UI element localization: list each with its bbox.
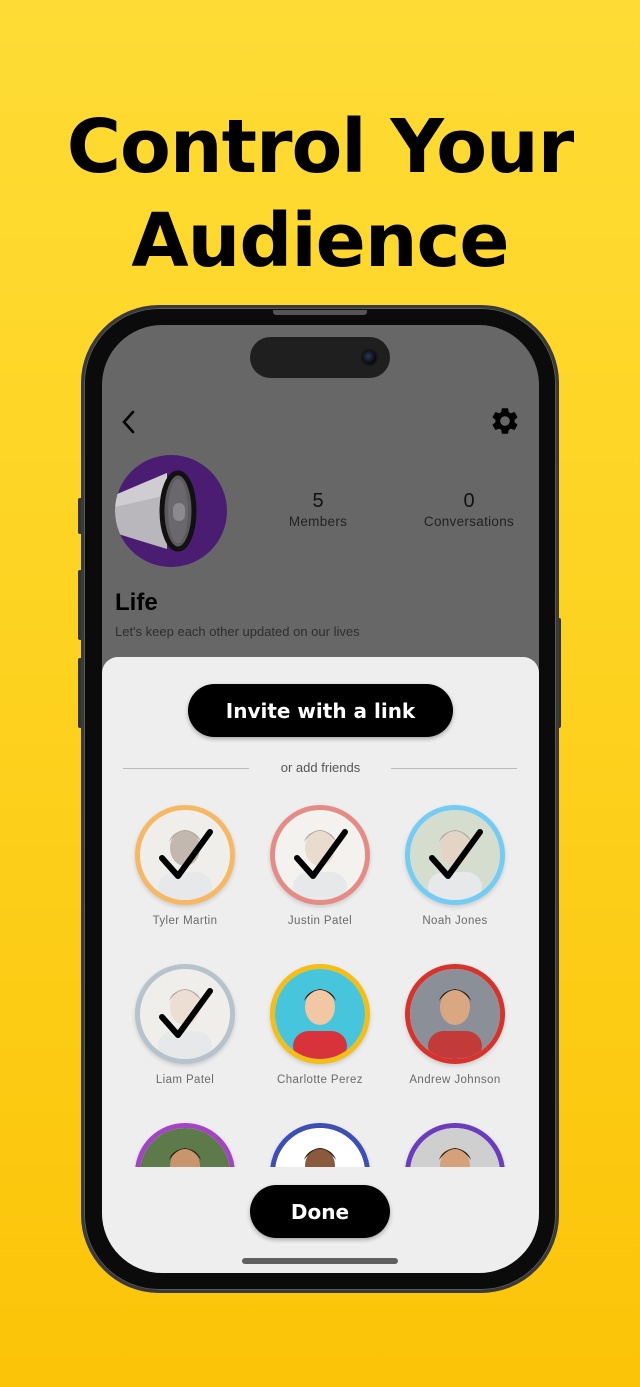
friend-item[interactable]: Andrew Johnson xyxy=(390,964,520,1086)
members-stat[interactable]: 5 Members xyxy=(272,488,364,529)
divider-line-left xyxy=(123,768,249,769)
friend-avatar xyxy=(270,805,370,905)
headline: Control Your Audience xyxy=(0,100,640,288)
megaphone-icon xyxy=(115,470,197,552)
friend-item[interactable]: Noah Jones xyxy=(390,805,520,927)
settings-button[interactable] xyxy=(489,405,521,437)
friend-photo xyxy=(410,969,500,1059)
home-indicator xyxy=(242,1258,398,1264)
phone-speaker-grille xyxy=(273,310,367,315)
checkmark-icon xyxy=(159,829,213,879)
checkmark-icon xyxy=(294,829,348,879)
friend-item[interactable] xyxy=(120,1123,250,1167)
back-button[interactable] xyxy=(118,407,140,437)
headline-line-2: Audience xyxy=(131,198,509,284)
friend-avatar xyxy=(405,805,505,905)
conversations-count: 0 xyxy=(463,490,475,512)
dynamic-island xyxy=(250,337,390,378)
friend-photo xyxy=(275,969,365,1059)
friend-avatar xyxy=(405,964,505,1064)
friend-item[interactable]: Charlotte Perez xyxy=(255,964,385,1086)
friend-name: Noah Jones xyxy=(422,915,488,927)
done-button[interactable]: Done xyxy=(250,1185,390,1238)
app-screen: 5 Members 0 Conversations Life Let's kee… xyxy=(102,325,539,1273)
headline-line-1: Control Your xyxy=(66,104,574,190)
checkmark-icon xyxy=(159,988,213,1038)
friend-item[interactable]: Justin Patel xyxy=(255,805,385,927)
divider-label: or add friends xyxy=(280,760,361,775)
friend-avatar xyxy=(270,1123,370,1167)
friend-avatar xyxy=(135,1123,235,1167)
group-description: Let's keep each other updated on our liv… xyxy=(115,624,360,639)
conversations-label: Conversations xyxy=(423,514,515,529)
friend-name: Andrew Johnson xyxy=(409,1074,501,1086)
gear-icon xyxy=(492,408,518,434)
friend-name: Tyler Martin xyxy=(152,915,218,927)
friend-item[interactable] xyxy=(255,1123,385,1167)
friend-photo xyxy=(410,1128,500,1167)
friend-item[interactable]: Liam Patel xyxy=(120,964,250,1086)
members-count: 5 xyxy=(312,490,324,512)
group-avatar xyxy=(115,455,227,567)
friend-avatar xyxy=(270,964,370,1064)
divider-line-right xyxy=(391,768,517,769)
friend-item[interactable]: Tyler Martin xyxy=(120,805,250,927)
add-members-sheet: Invite with a link or add friends Tyler … xyxy=(102,657,539,1273)
friends-grid[interactable]: Tyler Martin Justin Patel Noah Jones Liam P… xyxy=(102,795,539,1167)
friend-name: Justin Patel xyxy=(287,915,353,927)
front-camera xyxy=(361,349,378,366)
friend-avatar xyxy=(135,964,235,1064)
members-label: Members xyxy=(288,514,348,529)
invite-with-link-button[interactable]: Invite with a link xyxy=(188,684,453,737)
friend-photo xyxy=(275,1128,365,1167)
friend-avatar xyxy=(135,805,235,905)
friend-item[interactable] xyxy=(390,1123,520,1167)
group-name: Life xyxy=(115,589,158,616)
checkmark-icon xyxy=(429,829,483,879)
friend-name: Liam Patel xyxy=(155,1074,215,1086)
chevron-left-icon xyxy=(122,410,135,434)
friend-photo xyxy=(140,1128,230,1167)
friend-name: Charlotte Perez xyxy=(277,1074,363,1086)
friend-avatar xyxy=(405,1123,505,1167)
conversations-stat[interactable]: 0 Conversations xyxy=(414,488,524,529)
